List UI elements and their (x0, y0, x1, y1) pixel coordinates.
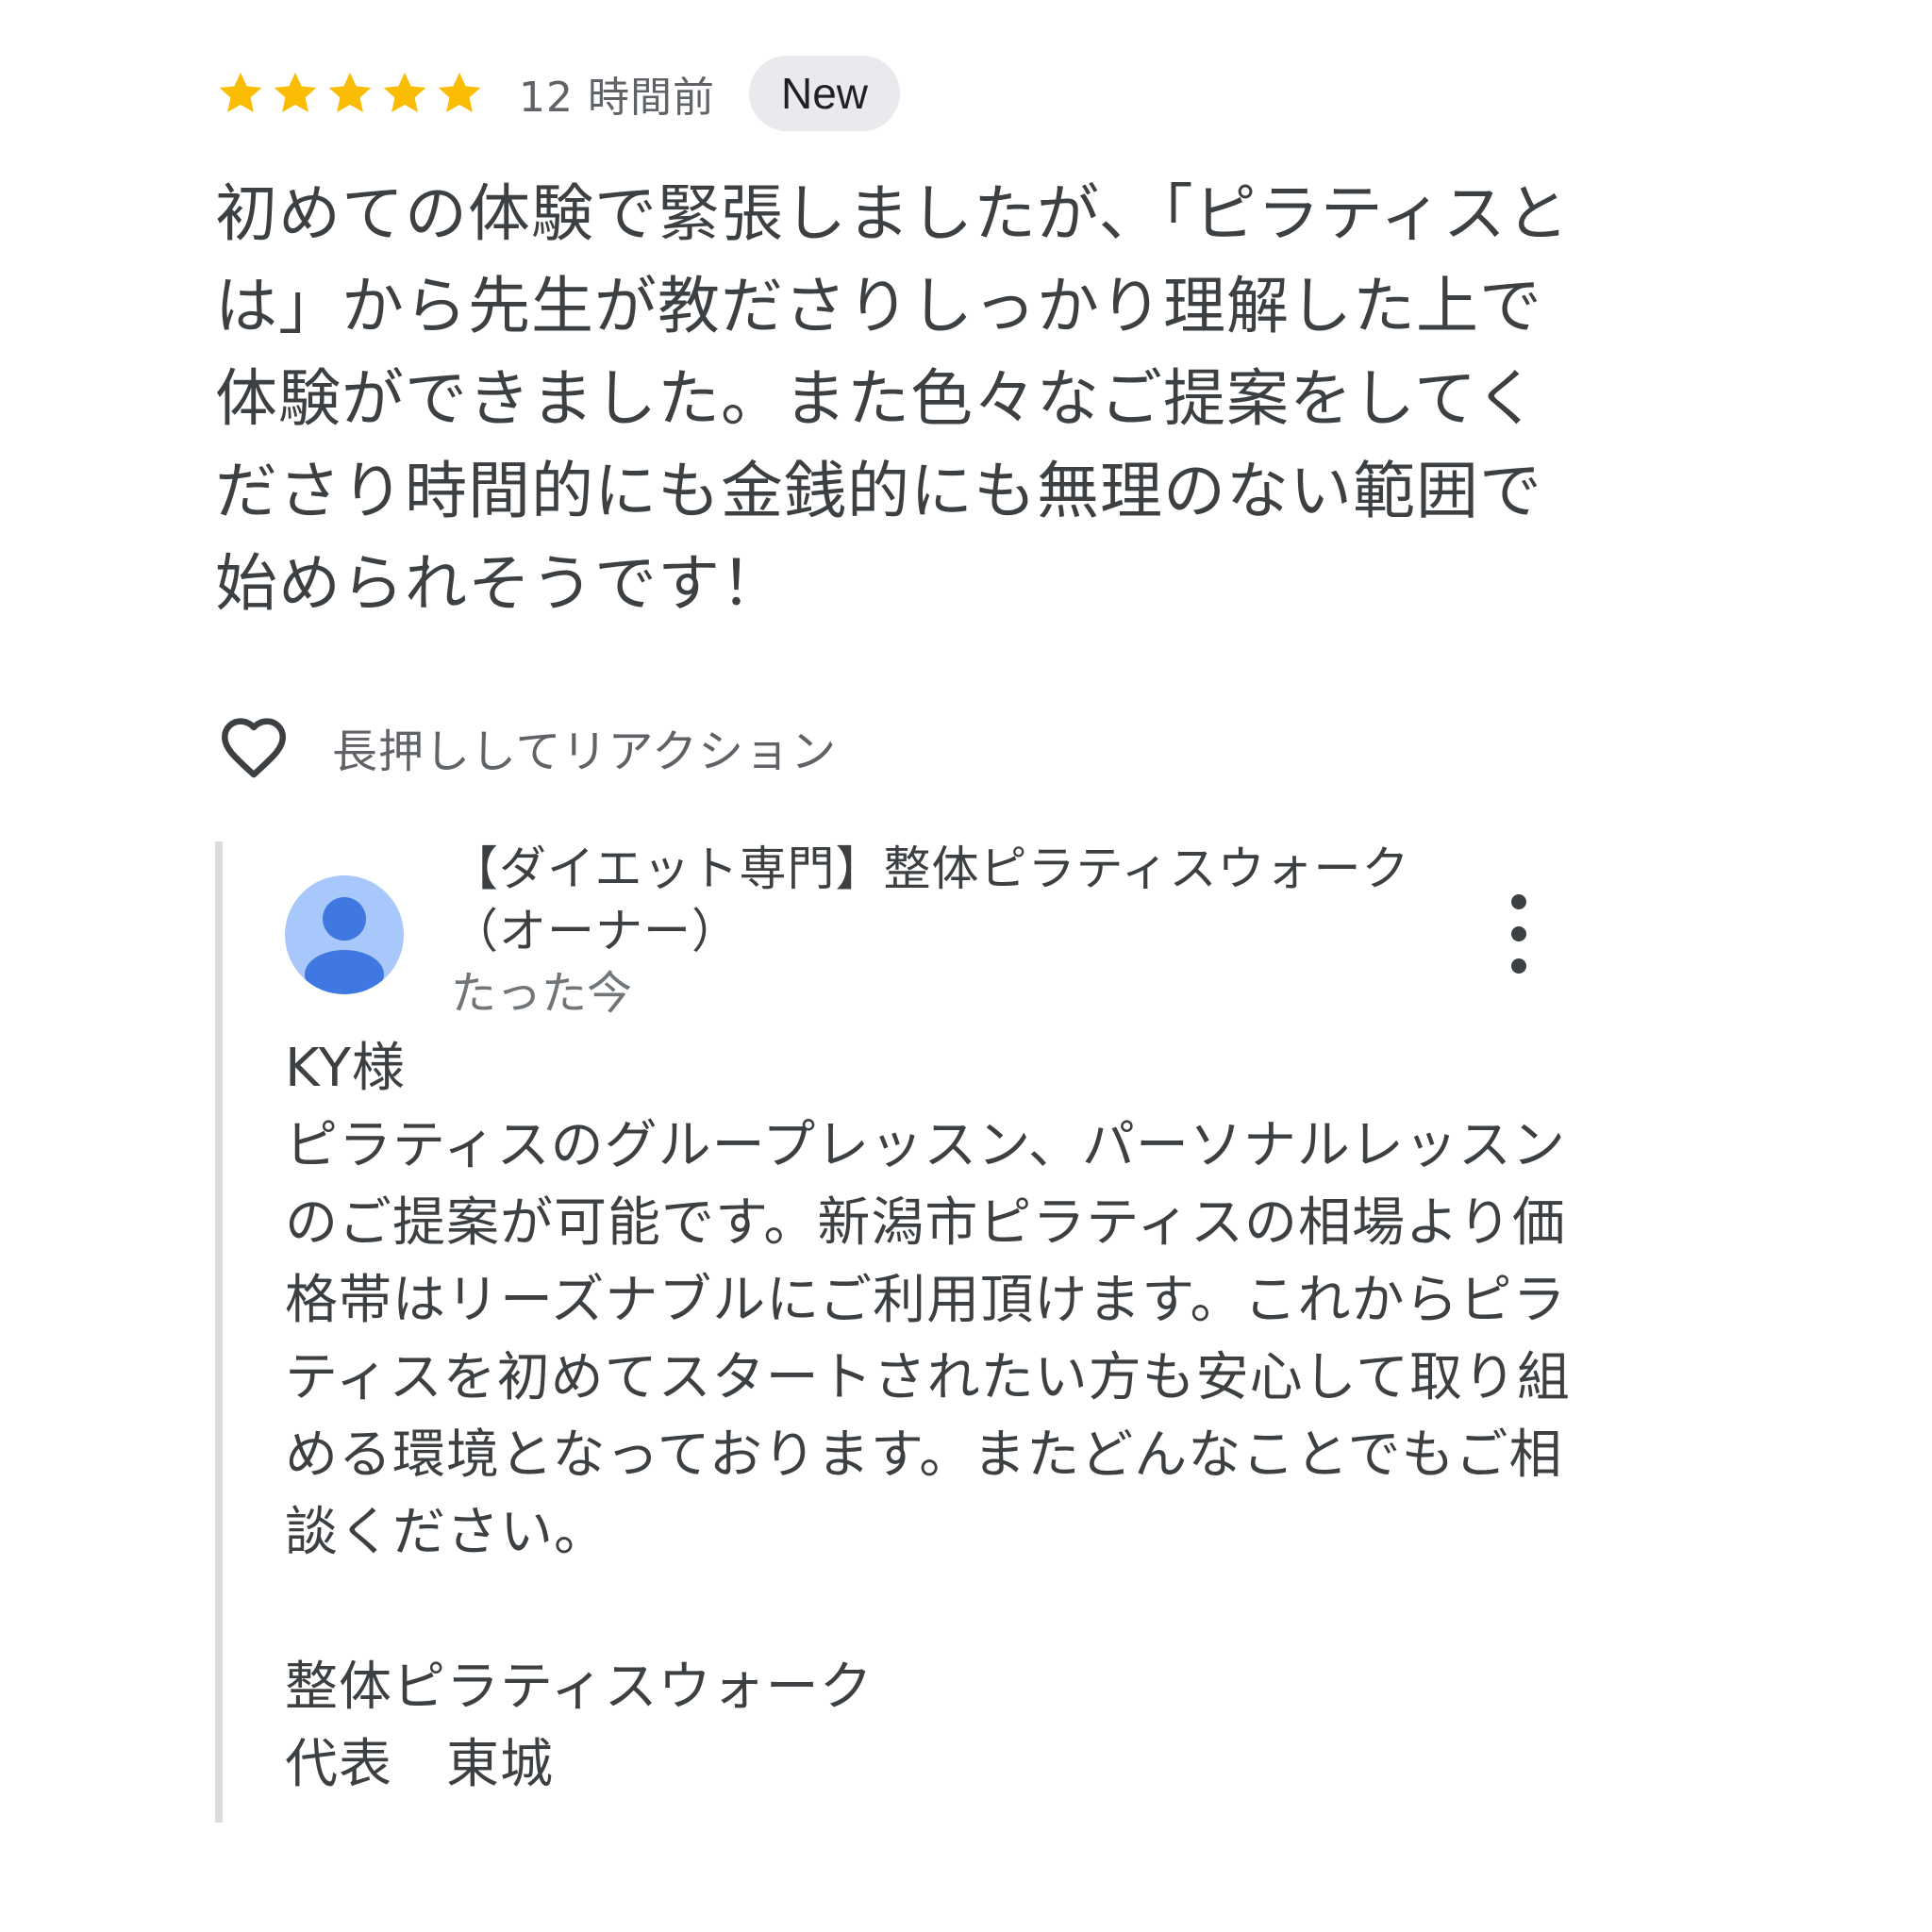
star-icon (383, 72, 426, 113)
avatar-body (305, 950, 384, 994)
heart-shape (222, 718, 286, 778)
star-shape (219, 72, 262, 113)
star-shape (383, 72, 426, 113)
owner-reply-text: KY様 ピラティスのグループレッスン、パーソナルレッスンのご提案が可能です。新潟… (285, 1038, 1571, 1795)
owner-reply-time: たった今 (451, 967, 633, 1020)
star-shape (328, 72, 372, 113)
more-options-button[interactable] (1491, 894, 1547, 974)
owner-avatar (285, 875, 404, 994)
star-icon (274, 72, 317, 113)
star-icon (328, 72, 372, 113)
more-vert-icon (1511, 894, 1526, 909)
reaction-button[interactable]: 長押ししてリアクション (215, 708, 837, 787)
owner-reply-divider (215, 841, 223, 1823)
review-text: 初めての体験で緊張しましたが、「ピラティスとは」から先生が教ださりしっかり理解し… (215, 177, 1570, 620)
person-avatar-icon (305, 897, 384, 994)
new-badge: New (748, 56, 901, 131)
star-icon (219, 72, 262, 113)
avatar-head (323, 897, 366, 941)
more-vert-icon (1511, 958, 1526, 974)
more-vert-icon (1511, 926, 1526, 941)
star-shape (274, 72, 317, 113)
reaction-label: 長押ししてリアクション (332, 725, 838, 778)
review-meta-row: 12 時間前 New (215, 55, 901, 132)
review-time: 12 時間前 (519, 74, 715, 122)
heart-outline-icon[interactable] (215, 708, 292, 786)
star-shape (438, 72, 481, 113)
owner-name: 【ダイエット専門】整体ピラティスウォーク（オーナー） (451, 841, 1410, 958)
star-icon (438, 72, 481, 113)
star-rating (215, 68, 485, 119)
